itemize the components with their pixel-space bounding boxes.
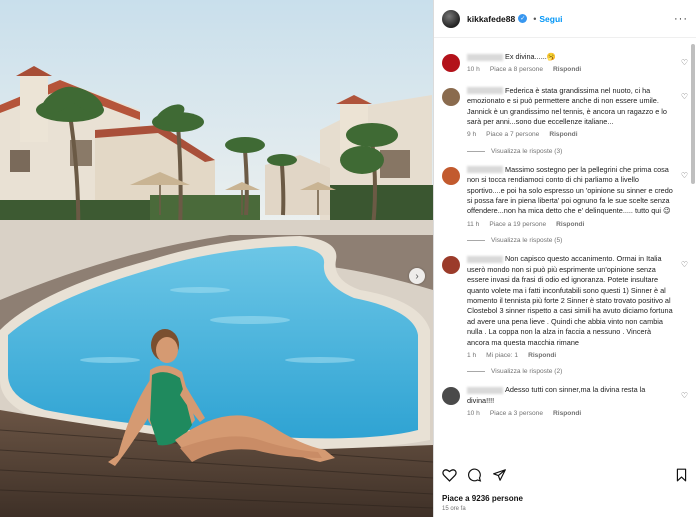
share-icon[interactable] (492, 468, 507, 482)
more-options-icon[interactable]: ··· (674, 13, 688, 25)
redacted-username (467, 166, 503, 174)
comment-time: 11 h (467, 220, 480, 228)
commenter-avatar[interactable] (442, 54, 460, 72)
heart-icon[interactable] (442, 468, 457, 482)
verified-badge-icon: ✓ (518, 14, 528, 23)
view-replies-button[interactable]: Visualizza le risposte (3) (467, 148, 674, 155)
comment-item: Ex divina......🥱 10 h Piace a 8 persone … (442, 52, 688, 76)
author-avatar[interactable] (442, 9, 460, 28)
separator-dot: • (533, 13, 537, 24)
post-photo: › (0, 0, 433, 517)
reply-button[interactable]: Rispondi (528, 351, 556, 361)
comment-likes[interactable]: Piace a 3 persone (490, 409, 543, 419)
comment-icon[interactable] (467, 468, 482, 482)
comment-time: 9 h (467, 131, 477, 139)
view-replies-label[interactable]: Visualizza le risposte (2) (491, 368, 562, 375)
bookmark-icon[interactable] (675, 468, 688, 482)
like-comment-icon[interactable]: ♡ (681, 58, 688, 67)
author-username[interactable]: kikkafede88 (467, 14, 515, 24)
like-comment-icon[interactable]: ♡ (681, 92, 688, 101)
comment-time: 10 h (467, 410, 480, 418)
comments-scrollbar[interactable] (691, 44, 695, 184)
post-like-count[interactable]: Piace a 9236 persone (442, 494, 523, 503)
comment-likes[interactable]: Piace a 8 persone (490, 65, 543, 75)
comment-text: Non capisco questo accanimento. Ormai in… (467, 254, 673, 347)
replies-divider-line (467, 371, 485, 373)
view-replies-button[interactable]: Visualizza le risposte (5) (467, 237, 674, 244)
comment-text: Ex divina......🥱 (505, 52, 556, 61)
follow-button[interactable]: Segui (539, 14, 562, 24)
view-replies-label[interactable]: Visualizza le risposte (5) (491, 237, 562, 244)
next-image-arrow-icon[interactable]: › (409, 268, 425, 284)
view-replies-button[interactable]: Visualizza le risposte (2) (467, 368, 674, 375)
comment-likes[interactable]: Mi piace: 1 (486, 351, 518, 361)
reply-button[interactable]: Rispondi (556, 220, 584, 230)
commenter-avatar[interactable] (442, 87, 460, 106)
pool-scene-image (0, 0, 433, 517)
like-comment-icon[interactable]: ♡ (681, 260, 688, 269)
post-actions-bar (442, 466, 688, 484)
comment-item: Non capisco questo accanimento. Ormai in… (442, 254, 688, 361)
view-replies-label[interactable]: Visualizza le risposte (3) (491, 148, 562, 155)
reply-button[interactable]: Rispondi (553, 409, 581, 419)
redacted-username (467, 386, 503, 394)
commenter-avatar[interactable] (442, 387, 460, 406)
replies-divider-line (467, 240, 485, 242)
post-timestamp: 15 ore fa (442, 506, 466, 512)
comment-time: 10 h (467, 66, 480, 74)
comment-likes[interactable]: Piace a 19 persone (489, 220, 546, 230)
redacted-username (467, 53, 503, 61)
comment-item: Adesso tutti con sinner,ma la divina res… (442, 385, 688, 419)
comment-item: Massimo sostegno per la pellegrini che p… (442, 165, 688, 230)
post-sidebar: kikkafede88 ✓ • Segui ··· Ex divina.....… (433, 0, 696, 517)
redacted-username (467, 87, 503, 95)
reply-button[interactable]: Rispondi (549, 130, 577, 140)
commenter-avatar[interactable] (442, 166, 460, 185)
redacted-username (467, 255, 503, 263)
reply-button[interactable]: Rispondi (553, 65, 581, 75)
comments-list: Ex divina......🥱 10 h Piace a 8 persone … (434, 38, 696, 463)
like-comment-icon[interactable]: ♡ (681, 171, 688, 180)
replies-divider-line (467, 150, 485, 152)
comment-likes[interactable]: Piace a 7 persone (486, 130, 539, 140)
like-comment-icon[interactable]: ♡ (681, 391, 688, 400)
post-header: kikkafede88 ✓ • Segui ··· (434, 0, 696, 38)
comment-time: 1 h (467, 351, 477, 359)
comment-item: Federica è stata grandissima nel nuoto, … (442, 86, 688, 141)
commenter-avatar[interactable] (442, 256, 460, 275)
